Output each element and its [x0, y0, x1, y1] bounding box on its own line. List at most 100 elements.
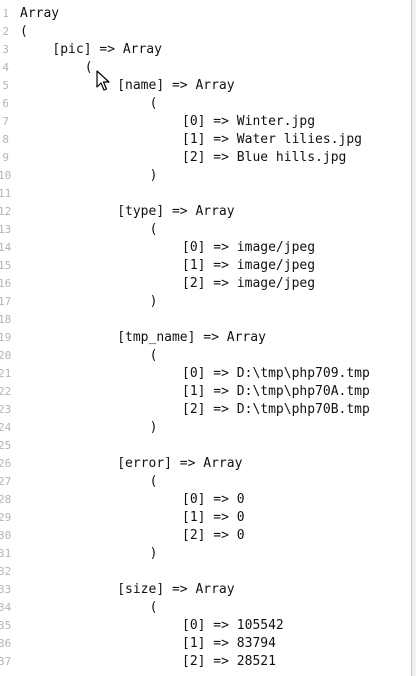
- line-number: 24: [0, 421, 12, 434]
- code-line: 17): [0, 293, 411, 311]
- code-line: 35 [0] => 105542: [0, 617, 411, 635]
- line-text: (: [149, 348, 158, 363]
- line-text: (: [149, 474, 158, 489]
- line-number: 2: [2, 25, 9, 38]
- code-line: 28 [0] => 0: [0, 491, 411, 509]
- line-text: [2] => D:\tmp\php70B.tmp: [182, 402, 370, 417]
- line-text: [2] => 0: [182, 528, 245, 543]
- line-text: (: [84, 60, 93, 75]
- line-text: Array: [20, 6, 60, 21]
- code-line: 10): [0, 167, 411, 185]
- line-text: [0] => Winter.jpg: [182, 114, 316, 129]
- line-number: 6: [2, 97, 9, 110]
- line-text: [1] => image/jpeg: [182, 258, 316, 273]
- line-number: 11: [0, 187, 12, 200]
- code-line: 37 [2] => 28521: [0, 653, 411, 671]
- code-line: 4(: [0, 59, 411, 77]
- code-line: 26 [error] => Array: [0, 455, 411, 473]
- line-number: 14: [0, 241, 12, 254]
- line-text: ): [149, 420, 158, 435]
- code-line: 36 [1] => 83794: [0, 635, 411, 653]
- line-text: [error] => Array: [117, 456, 243, 471]
- code-line: 34 (: [0, 599, 411, 617]
- line-number: 23: [0, 403, 12, 416]
- code-line: 6(: [0, 95, 411, 113]
- line-text: [name] => Array: [117, 78, 235, 93]
- line-text: [0] => 105542: [182, 618, 284, 633]
- line-number: 15: [0, 259, 12, 272]
- line-text: [pic] => Array: [52, 42, 162, 57]
- code-line: 8 [1] => Water lilies.jpg: [0, 131, 411, 149]
- line-number: 12: [0, 205, 12, 218]
- line-number: 8: [2, 133, 9, 146]
- code-line: 21 [0] => D:\tmp\php709.tmp: [0, 365, 411, 383]
- code-line: 31): [0, 545, 411, 563]
- line-number: 17: [0, 295, 12, 308]
- line-number: 21: [0, 367, 12, 380]
- window-edge: [412, 0, 416, 676]
- line-text: [2] => 28521: [182, 654, 276, 669]
- line-number: 16: [0, 277, 12, 290]
- line-number: 4: [2, 61, 9, 74]
- line-text: (: [149, 96, 158, 111]
- line-text: [2] => Blue hills.jpg: [182, 150, 347, 165]
- mouse-pointer-icon: [96, 70, 110, 91]
- code-line: 24): [0, 419, 411, 437]
- line-number: 30: [0, 529, 12, 542]
- line-number: 27: [0, 475, 12, 488]
- code-line: 29 [1] => 0: [0, 509, 411, 527]
- text-viewer[interactable]: 1 Array 2(3 [pic] => Array 4(5 [name] => Arra…: [0, 0, 411, 676]
- line-number: 5: [2, 79, 9, 92]
- code-line: 7 [0] => Winter.jpg: [0, 113, 411, 131]
- code-line: 18: [0, 311, 411, 329]
- code-line: 1 Array: [0, 5, 411, 23]
- line-text: ): [149, 168, 158, 183]
- code-line: 33 [size] => Array: [0, 581, 411, 599]
- code-line: 11: [0, 185, 411, 203]
- line-number: 19: [0, 331, 12, 344]
- code-line: 23 [2] => D:\tmp\php70B.tmp: [0, 401, 411, 419]
- code-line: 27 (: [0, 473, 411, 491]
- code-line: 12 [type] => Array: [0, 203, 411, 221]
- line-number: 7: [2, 115, 9, 128]
- line-number: 22: [0, 385, 12, 398]
- line-text: [0] => 0: [182, 492, 245, 507]
- code-line: 3 [pic] => Array: [0, 41, 411, 59]
- code-line: 2(: [0, 23, 411, 41]
- code-line: 14 [0] => image/jpeg: [0, 239, 411, 257]
- code-line: 20 (: [0, 347, 411, 365]
- line-text: ): [149, 294, 158, 309]
- line-text: [0] => D:\tmp\php709.tmp: [182, 366, 370, 381]
- code-line: 22 [1] => D:\tmp\php70A.tmp: [0, 383, 411, 401]
- line-number: 1: [2, 7, 9, 20]
- line-text: (: [20, 24, 28, 39]
- line-number: 3: [2, 43, 9, 56]
- line-number: 10: [0, 169, 12, 182]
- line-number: 20: [0, 349, 12, 362]
- line-text: (: [149, 222, 158, 237]
- code-line: 25: [0, 437, 411, 455]
- line-number: 37: [0, 655, 12, 668]
- line-text: [1] => 0: [182, 510, 245, 525]
- line-number: 18: [0, 313, 12, 326]
- code-line: 15 [1] => image/jpeg: [0, 257, 411, 275]
- code-line: 19 [tmp_name] => Array: [0, 329, 411, 347]
- line-number: 26: [0, 457, 12, 470]
- line-text: (: [149, 600, 158, 615]
- code-line: 30 [2] => 0: [0, 527, 411, 545]
- line-text: [1] => Water lilies.jpg: [182, 132, 363, 147]
- line-number: 36: [0, 637, 12, 650]
- line-text: [1] => 83794: [182, 636, 276, 651]
- code-line: 5 [name] => Array: [0, 77, 411, 95]
- code-line: 16 [2] => image/jpeg: [0, 275, 411, 293]
- line-number: 34: [0, 601, 12, 614]
- line-text: [2] => image/jpeg: [182, 276, 316, 291]
- line-text: [0] => image/jpeg: [182, 240, 316, 255]
- line-number: 28: [0, 493, 12, 506]
- line-text: [type] => Array: [117, 204, 235, 219]
- line-number: 31: [0, 547, 12, 560]
- line-number: 35: [0, 619, 12, 632]
- line-text: ): [149, 546, 158, 561]
- line-number: 13: [0, 223, 12, 236]
- line-number: 9: [2, 151, 9, 164]
